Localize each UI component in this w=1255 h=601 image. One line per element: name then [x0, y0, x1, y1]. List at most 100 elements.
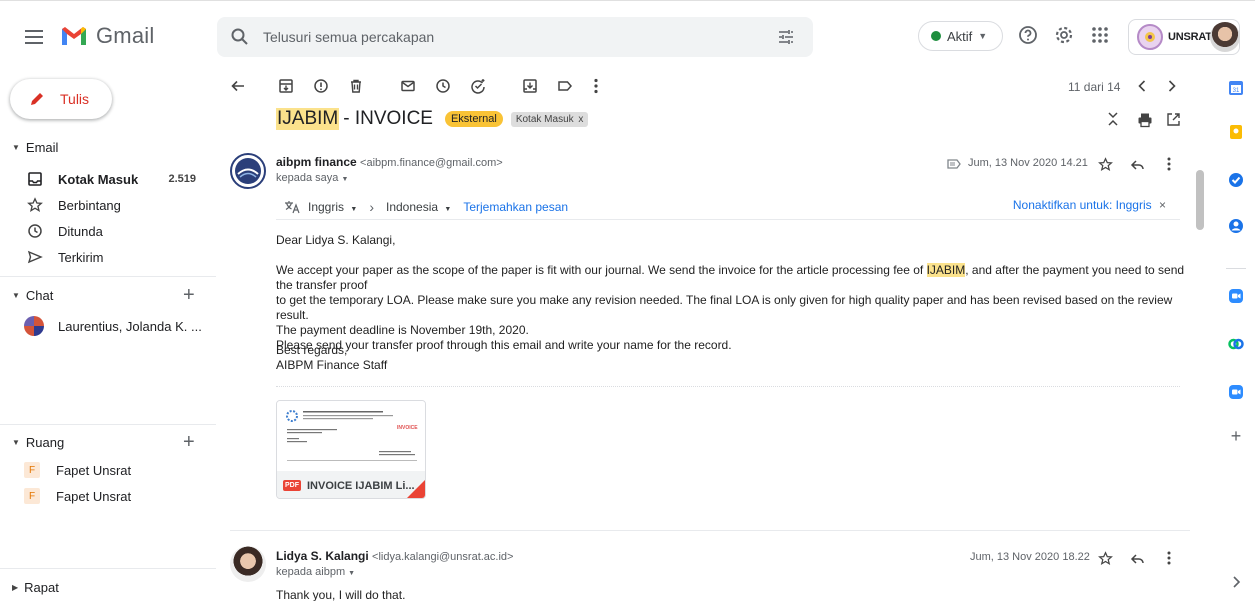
source-language-dropdown[interactable]: Inggris ▼ — [308, 200, 357, 214]
app-name: Gmail — [96, 23, 155, 48]
sidebar-item-label: Kotak Masuk — [58, 171, 139, 187]
email-section-header[interactable]: ▼ Email — [12, 140, 58, 155]
disable-translation-link[interactable]: Nonaktifkan untuk: Inggris × — [1013, 198, 1166, 212]
attachment-card[interactable]: INVOICE PDF INVOICE IJABIM Li... — [276, 400, 426, 499]
meet-section-header[interactable]: ▶ Rapat — [12, 580, 59, 595]
reply-icon[interactable] — [1130, 159, 1145, 171]
pencil-icon — [31, 93, 43, 105]
subject-highlight: IJABIM — [276, 108, 340, 130]
rooms-section-header[interactable]: ▼ Ruang — [12, 435, 64, 450]
chat-item-label: Laurentius, Jolanda K. ... — [58, 318, 202, 334]
message-separator — [230, 530, 1190, 531]
zoom-app-icon[interactable] — [1228, 288, 1244, 304]
open-new-window-icon[interactable] — [1166, 112, 1181, 127]
search-icon[interactable] — [231, 28, 249, 46]
target-language-dropdown[interactable]: Indonesia ▼ — [386, 200, 451, 214]
main-menu-icon[interactable] — [22, 25, 46, 49]
older-chevron-icon[interactable] — [1162, 76, 1182, 96]
help-icon[interactable] — [1018, 25, 1038, 45]
status-label: Aktif — [947, 28, 973, 44]
gmail-m-icon — [62, 27, 86, 45]
chat-item[interactable]: Laurentius, Jolanda K. ... — [24, 316, 202, 336]
back-arrow-icon[interactable] — [228, 76, 248, 96]
label-icon[interactable] — [555, 76, 575, 96]
star-icon — [27, 197, 43, 212]
zoom-scheduler-icon[interactable] — [1228, 384, 1244, 400]
trash-icon[interactable] — [346, 76, 366, 96]
search-input[interactable] — [263, 17, 763, 57]
more-vertical-icon[interactable] — [1167, 551, 1171, 565]
recipient-label: kepada saya — [276, 172, 339, 184]
top-bar: Gmail Aktif ▼ UNSRAT — [0, 0, 1255, 70]
star-icon[interactable] — [1098, 551, 1113, 566]
report-spam-icon[interactable] — [311, 76, 331, 96]
contacts-icon[interactable] — [1228, 218, 1244, 234]
recipient-dropdown[interactable]: kepada saya ▼ — [276, 172, 348, 184]
message-date: Jum, 13 Nov 2020 18.22 — [970, 551, 1090, 563]
gear-icon[interactable] — [1054, 25, 1074, 45]
snooze-clock-icon[interactable] — [433, 76, 453, 96]
message-sender[interactable]: Lidya S. Kalangi <lidya.kalangi@unsrat.a… — [276, 549, 513, 563]
search-options-icon[interactable] — [777, 28, 795, 46]
compose-button[interactable]: Tulis — [10, 79, 112, 119]
sidebar-item-snoozed[interactable]: Ditunda — [0, 218, 216, 244]
sidebar-item-starred[interactable]: Berbintang — [0, 192, 216, 218]
message-sender[interactable]: aibpm finance <aibpm.finance@gmail.com> — [276, 155, 503, 169]
sender-email: <lidya.kalangi@unsrat.ac.id> — [372, 551, 514, 563]
caret-down-icon: ▼ — [978, 31, 988, 41]
scrollbar-thumb[interactable] — [1196, 170, 1204, 230]
tasks-icon[interactable] — [1228, 172, 1244, 188]
reply-icon[interactable] — [1130, 553, 1145, 565]
sender-avatar[interactable] — [230, 546, 266, 582]
more-vertical-icon[interactable] — [586, 76, 606, 96]
collapse-all-icon[interactable] — [1106, 111, 1120, 127]
caret-down-icon: ▼ — [12, 143, 20, 152]
translate-bar: Inggris ▼ › Indonesia ▼ Terjemahkan pesa… — [276, 194, 1180, 220]
email-section-label: Email — [25, 140, 59, 155]
new-room-plus-icon[interactable]: + — [183, 432, 195, 452]
keep-notes-icon[interactable] — [1228, 124, 1244, 140]
gmail-logo[interactable]: Gmail — [60, 23, 154, 49]
sidebar-item-sent[interactable]: Terkirim — [0, 244, 216, 270]
recipient-label: kepada aibpm — [276, 566, 346, 578]
apps-grid-icon[interactable] — [1090, 25, 1110, 45]
close-icon[interactable]: × — [1159, 198, 1166, 212]
body-line: We accept your paper as the scope of the… — [276, 263, 1196, 293]
chat-section-header[interactable]: ▼ Chat — [12, 288, 53, 303]
status-dot-icon — [931, 31, 941, 41]
room-item[interactable]: F Fapet Unsrat — [24, 488, 131, 504]
more-vertical-icon[interactable] — [1167, 157, 1171, 171]
star-icon[interactable] — [1098, 157, 1113, 172]
show-side-panel-chevron-icon[interactable] — [1228, 574, 1244, 590]
chevron-right-icon: › — [369, 198, 374, 215]
remove-label-close-icon[interactable]: x — [578, 114, 583, 125]
caret-down-icon: ▼ — [444, 205, 452, 213]
archive-icon[interactable] — [276, 76, 296, 96]
signature-line: AIBPM Finance Staff — [276, 358, 388, 372]
get-addons-plus-icon[interactable]: + — [1228, 427, 1244, 445]
sender-avatar[interactable] — [230, 153, 266, 189]
room-badge: F — [24, 462, 40, 478]
room-item[interactable]: F Fapet Unsrat — [24, 462, 131, 478]
room-badge: F — [24, 488, 40, 504]
caret-down-icon: ▼ — [12, 291, 20, 300]
mark-unread-icon[interactable] — [398, 76, 418, 96]
translate-message-link[interactable]: Terjemahkan pesan — [463, 200, 568, 214]
print-icon[interactable] — [1137, 112, 1153, 128]
sidebar-item-inbox[interactable]: Kotak Masuk 2.519 — [0, 166, 216, 192]
inbox-label-chip[interactable]: Kotak Masuk x — [510, 111, 589, 127]
invoice-preview-title: INVOICE — [397, 425, 418, 431]
status-dropdown[interactable]: Aktif ▼ — [918, 21, 1003, 51]
webex-app-icon[interactable] — [1228, 336, 1244, 352]
pager-text: 11 dari 14 — [1068, 80, 1121, 94]
newer-chevron-icon[interactable] — [1132, 76, 1152, 96]
caret-down-icon: ▼ — [350, 205, 358, 213]
account-avatar[interactable] — [1210, 22, 1240, 52]
new-chat-plus-icon[interactable]: + — [183, 285, 195, 305]
add-task-icon[interactable] — [468, 76, 488, 96]
send-icon — [27, 250, 43, 264]
disable-translation-label: Nonaktifkan untuk: Inggris — [1012, 198, 1152, 212]
calendar-icon[interactable]: 31 — [1228, 80, 1244, 96]
recipient-dropdown[interactable]: kepada aibpm ▼ — [276, 566, 355, 578]
move-to-icon[interactable] — [520, 76, 540, 96]
